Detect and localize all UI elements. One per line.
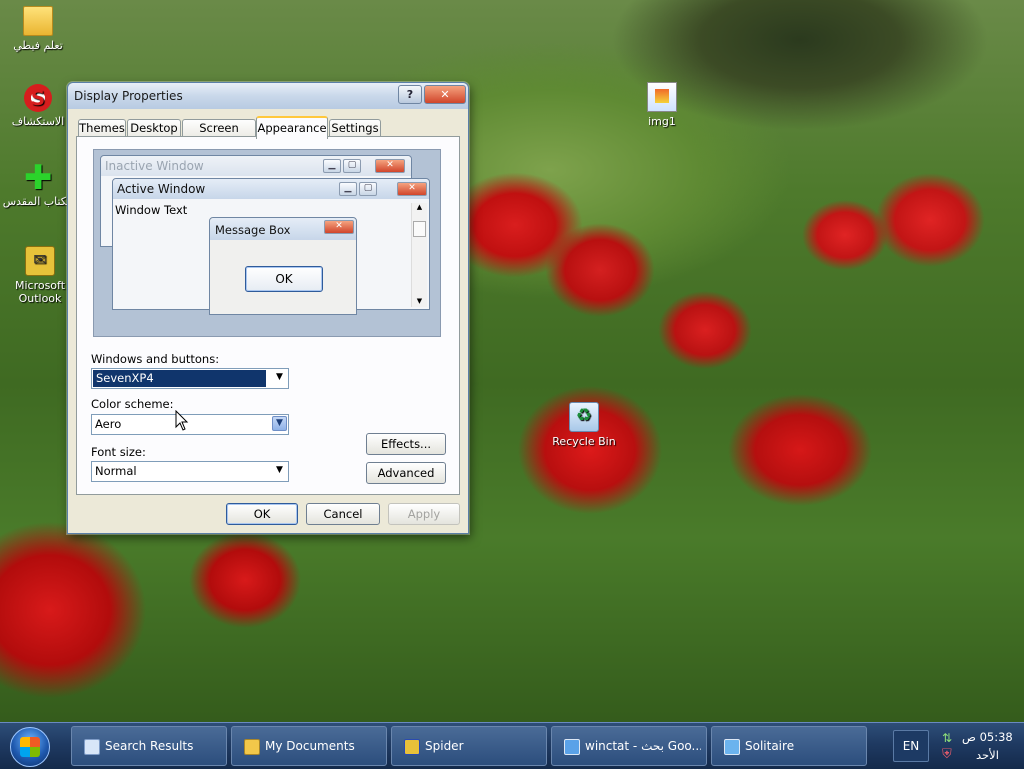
- desktop-icon-explore[interactable]: S الاستكشاف: [2, 84, 74, 128]
- desktop-icon-folder[interactable]: تعلم فيطي: [2, 6, 74, 52]
- windows-buttons-label: Windows and buttons:: [91, 352, 220, 366]
- maximize-icon: ▢: [343, 159, 361, 173]
- appearance-preview: Inactive Window ▁ ▢ ✕ Active Window ▁ ▢ …: [93, 149, 441, 337]
- recycle-bin-icon: ♻: [569, 402, 599, 432]
- ie-icon: [564, 739, 580, 755]
- taskbar-button-ie[interactable]: winctat - بحث Goo...: [551, 726, 707, 766]
- tab-desktop[interactable]: Desktop: [127, 119, 181, 137]
- taskbar-button-spider[interactable]: Spider: [391, 726, 547, 766]
- active-title-bar: Active Window ▁ ▢ ✕: [113, 179, 429, 199]
- windows-buttons-select[interactable]: SevenXP4 ▼: [91, 368, 289, 389]
- close-icon: ✕: [375, 159, 405, 173]
- color-scheme-select[interactable]: Aero ▼: [91, 414, 289, 435]
- scroll-down-arrow-icon: ▼: [416, 297, 423, 305]
- tab-themes[interactable]: Themes: [78, 119, 126, 137]
- cancel-button[interactable]: Cancel: [306, 503, 380, 525]
- desktop-icon-label: Microsoft Outlook: [14, 279, 66, 305]
- taskbar-button-solitaire[interactable]: Solitaire: [711, 726, 867, 766]
- minimize-icon: ▁: [323, 159, 341, 173]
- font-size-select[interactable]: Normal ▼: [91, 461, 289, 482]
- mouse-cursor-icon: [175, 410, 189, 431]
- apply-button[interactable]: Apply: [388, 503, 460, 525]
- shield-icon[interactable]: ⛨: [942, 747, 952, 762]
- taskbar-button-label: winctat - بحث Goo...: [585, 739, 701, 753]
- language-indicator[interactable]: EN: [893, 730, 929, 762]
- help-button[interactable]: ?: [398, 85, 422, 104]
- clock-day: الأحد: [976, 748, 999, 762]
- advanced-button[interactable]: Advanced: [366, 462, 446, 484]
- chevron-down-icon[interactable]: ▼: [272, 370, 287, 385]
- desktop-icon-recycle-bin[interactable]: ♻ Recycle Bin: [548, 402, 620, 448]
- tab-settings[interactable]: Settings: [329, 119, 381, 137]
- s-app-icon: S: [24, 84, 52, 112]
- system-tray: ⇅ ⛨ 05:38 ص الأحد: [938, 727, 1018, 765]
- clock-time[interactable]: 05:38 ص: [962, 730, 1013, 744]
- appearance-panel: Inactive Window ▁ ▢ ✕ Active Window ▁ ▢ …: [76, 136, 460, 495]
- folder-icon: [244, 739, 260, 755]
- inactive-window-title: Inactive Window: [105, 159, 204, 173]
- preview-scrollbar: ▲ ▼: [411, 203, 427, 307]
- active-window-title: Active Window: [117, 182, 206, 196]
- taskbar-button-label: Spider: [425, 739, 464, 753]
- window-text: Window Text: [115, 203, 188, 217]
- windows-logo-icon: [20, 737, 40, 757]
- desktop-icon-label: Recycle Bin: [552, 435, 616, 448]
- chevron-down-icon[interactable]: ▼: [272, 463, 287, 478]
- solitaire-icon: [724, 739, 740, 755]
- scroll-thumb: [413, 221, 426, 237]
- windows-buttons-value: SevenXP4: [93, 370, 266, 387]
- effects-button[interactable]: Effects...: [366, 433, 446, 455]
- image-file-icon: [647, 82, 677, 112]
- color-scheme-value: Aero: [95, 417, 122, 431]
- desktop-icon-label: الكتاب المقدس: [2, 195, 74, 208]
- tab-appearance[interactable]: Appearance: [256, 116, 328, 139]
- tab-screen-saver[interactable]: Screen Saver: [182, 119, 256, 152]
- taskbar-button-label: Search Results: [105, 739, 194, 753]
- message-box-title: Message Box: [215, 223, 291, 237]
- close-icon: ✕: [397, 182, 427, 196]
- desktop-icon-img1[interactable]: img1: [626, 82, 698, 128]
- folder-icon: [23, 6, 53, 36]
- window-title: Display Properties: [74, 89, 183, 103]
- taskbar-button-search-results[interactable]: Search Results: [71, 726, 227, 766]
- desktop-icon-label: تعلم فيطي: [13, 39, 63, 52]
- taskbar-button-my-documents[interactable]: My Documents: [231, 726, 387, 766]
- chevron-down-icon[interactable]: ▼: [272, 416, 287, 431]
- desktop-icon-outlook[interactable]: ✉ Microsoft Outlook: [4, 246, 76, 305]
- preview-ok-button: OK: [245, 266, 323, 292]
- spider-icon: [404, 739, 420, 755]
- outlook-icon: ✉: [25, 246, 55, 276]
- inactive-title-bar: Inactive Window ▁ ▢ ✕: [101, 156, 411, 176]
- network-icon[interactable]: ⇅: [942, 731, 952, 745]
- preview-message-box: Message Box ✕ OK: [209, 217, 357, 315]
- message-box-title-bar: Message Box ✕: [210, 218, 356, 240]
- preview-active-window: Active Window ▁ ▢ ✕ Window Text ▲ ▼ Mess…: [112, 178, 430, 315]
- start-button[interactable]: [10, 727, 50, 767]
- taskbar-button-label: My Documents: [265, 739, 355, 753]
- plus-cross-icon: ✚: [24, 158, 53, 198]
- minimize-icon: ▁: [339, 182, 357, 196]
- desktop-icon-bible[interactable]: ✚ الكتاب المقدس: [2, 158, 74, 208]
- taskbar: Search Results My Documents Spider winct…: [0, 722, 1024, 769]
- desktop-icon-label: img1: [648, 115, 676, 128]
- title-bar[interactable]: Display Properties ? ✕: [68, 83, 468, 109]
- desktop-icon-label: الاستكشاف: [11, 115, 65, 128]
- scroll-up-arrow-icon: ▲: [416, 203, 423, 211]
- maximize-icon: ▢: [359, 182, 377, 196]
- display-properties-window: Display Properties ? ✕ Themes Desktop Sc…: [67, 82, 469, 534]
- close-button[interactable]: ✕: [424, 85, 466, 104]
- ok-button[interactable]: OK: [226, 503, 298, 525]
- font-size-label: Font size:: [91, 445, 146, 459]
- taskbar-button-label: Solitaire: [745, 739, 795, 753]
- search-results-icon: [84, 739, 100, 755]
- font-size-value: Normal: [95, 464, 137, 478]
- color-scheme-label: Color scheme:: [91, 397, 174, 411]
- close-icon: ✕: [324, 220, 354, 234]
